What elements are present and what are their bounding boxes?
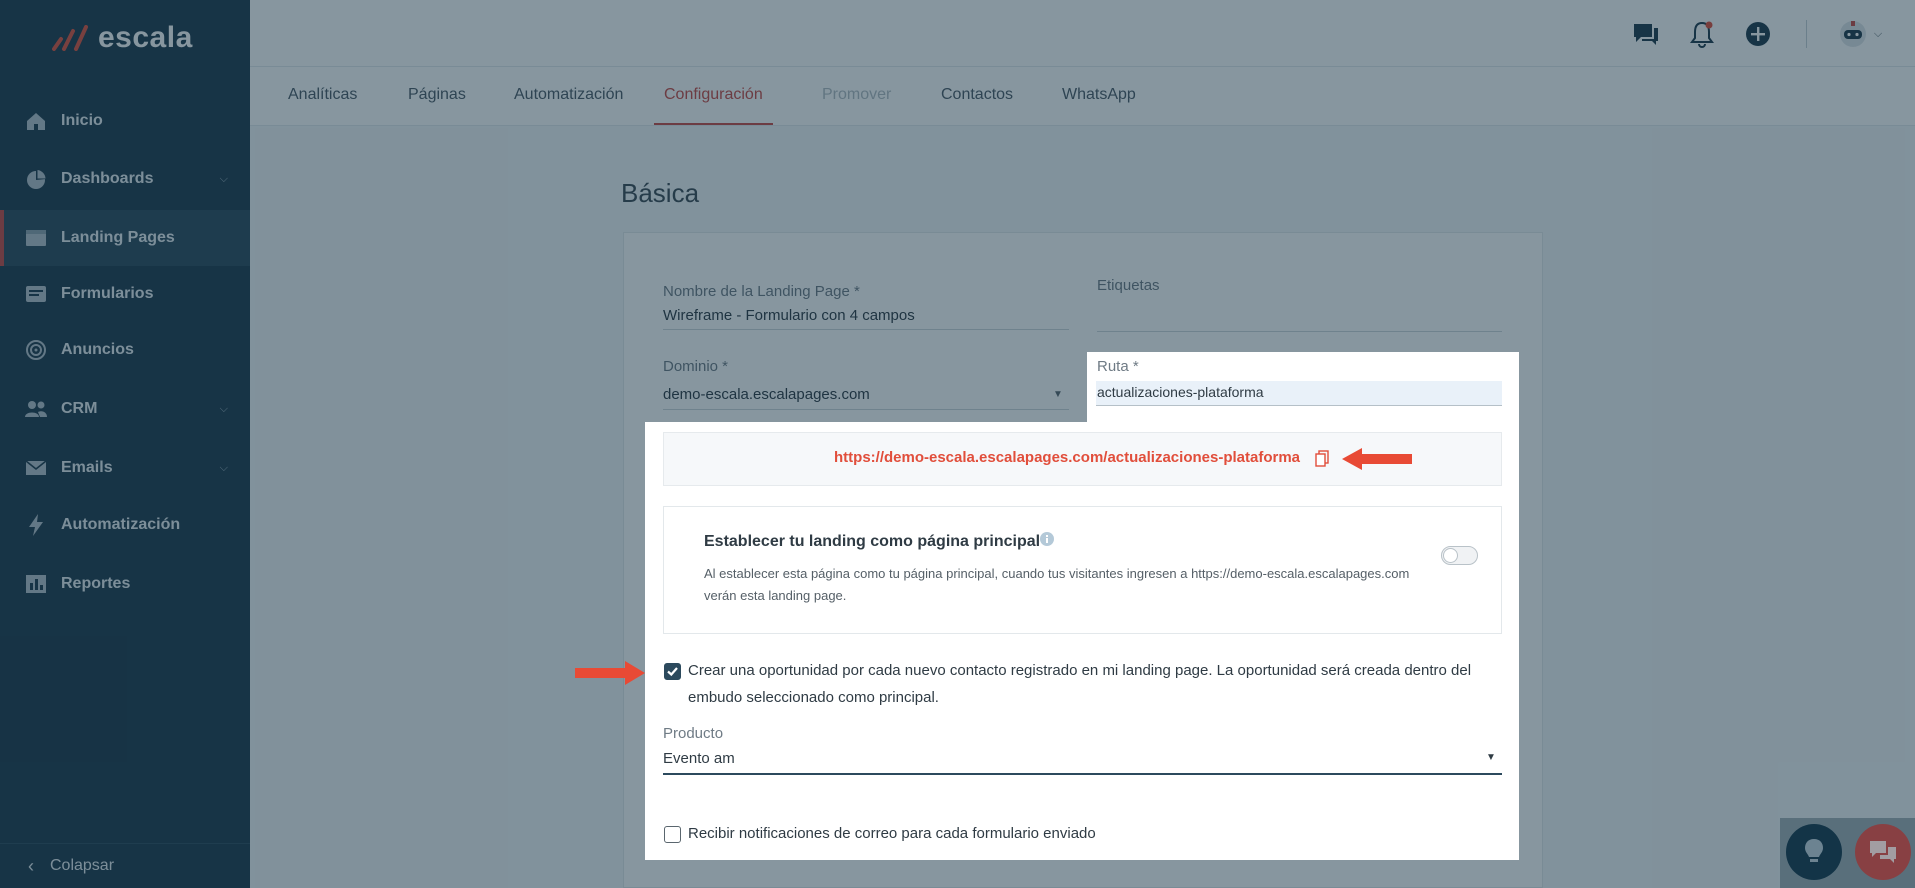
chevron-down-icon: ⌵ [219, 402, 228, 415]
caret-down-icon: ▼ [1053, 389, 1063, 400]
lightning-icon [24, 513, 48, 537]
opportunity-checkbox[interactable] [664, 663, 681, 680]
homepage-description-line: Al establecer esta página como tu página… [704, 566, 1410, 581]
tab-analiticas[interactable]: Analíticas [288, 67, 357, 123]
sidebar-item-label: Dashboards [61, 170, 154, 187]
home-icon [24, 109, 48, 133]
bell-icon[interactable] [1682, 14, 1722, 54]
landing-page-icon [24, 226, 48, 250]
tab-configuracion[interactable]: Configuración [654, 67, 773, 125]
product-select[interactable]: Evento am [663, 750, 735, 767]
collapse-sidebar-button[interactable]: ‹ Colapsar [0, 843, 250, 888]
annotation-arrow-icon [575, 660, 647, 691]
chat-icon[interactable] [1626, 14, 1666, 54]
route-field-underline [1096, 405, 1502, 406]
sidebar-item-label: Reportes [61, 575, 131, 592]
sidebar-item-anuncios[interactable]: Anuncios [0, 322, 250, 378]
annotation-arrow-icon [1342, 447, 1414, 476]
avatar-bot-icon[interactable]: ⌵ [1835, 14, 1885, 54]
sidebar-item-reportes[interactable]: Reportes [0, 556, 250, 612]
sidebar-item-inicio[interactable]: Inicio [0, 93, 250, 149]
tab-automatizacion[interactable]: Automatización [514, 67, 623, 123]
notify-label: Recibir notificaciones de correo para ca… [688, 825, 1096, 842]
sidebar-item-landing-pages[interactable]: Landing Pages [0, 210, 250, 266]
divider [1806, 20, 1807, 48]
caret-down-icon: ▼ [1486, 752, 1496, 763]
sidebar-item-formularios[interactable]: Formularios [0, 266, 250, 322]
mail-icon [24, 456, 48, 480]
notify-checkbox[interactable] [664, 826, 681, 843]
sidebar-item-emails[interactable]: Emails ⌵ [0, 440, 250, 496]
escala-logo-mark-icon [52, 25, 88, 51]
lightbulb-icon [1805, 839, 1823, 862]
sidebar: escala Inicio Dashboards ⌵ Landing Pages… [0, 0, 250, 888]
name-field-underline [663, 329, 1069, 330]
tags-field[interactable] [1097, 331, 1502, 332]
tags-field-label: Etiquetas [1097, 277, 1160, 294]
domain-select[interactable]: demo-escala.escalapages.com [663, 386, 870, 403]
sidebar-item-label: Anuncios [61, 341, 134, 358]
users-icon [24, 397, 48, 421]
route-field[interactable]: actualizaciones-plataforma [1097, 384, 1264, 400]
homepage-title: Establecer tu landing como página princi… [704, 533, 1041, 550]
opportunity-text-line: embudo seleccionado como principal. [688, 689, 939, 706]
section-title: Básica [621, 178, 700, 208]
chevron-left-icon: ‹ [28, 855, 34, 876]
opportunity-text: Crear una oportunidad por cada nuevo con… [688, 657, 1488, 711]
sidebar-item-label: CRM [61, 400, 98, 417]
homepage-description-line: verán esta landing page. [704, 588, 847, 603]
product-select-underline [663, 773, 1502, 775]
chevron-down-icon: ⌵ [219, 461, 228, 474]
tab-bar: Analíticas Páginas Automatización Config… [250, 67, 1915, 126]
route-field-label: Ruta * [1097, 358, 1139, 375]
sidebar-item-dashboards[interactable]: Dashboards ⌵ [0, 151, 250, 207]
tab-paginas[interactable]: Páginas [408, 67, 466, 123]
sidebar-item-label: Formularios [61, 285, 154, 302]
info-icon[interactable] [1039, 531, 1055, 552]
chevron-down-icon: ⌵ [1873, 27, 1883, 40]
homepage-description: Al establecer esta página como tu página… [704, 563, 1444, 607]
sidebar-item-label: Emails [61, 459, 113, 476]
copy-icon[interactable] [1315, 450, 1329, 473]
collapse-label: Colapsar [50, 857, 115, 874]
chevron-down-icon: ⌵ [219, 172, 228, 185]
target-icon [24, 338, 48, 362]
landing-url-link[interactable]: https://demo-escala.escalapages.com/actu… [834, 449, 1300, 466]
sidebar-item-label: Landing Pages [61, 229, 175, 246]
escala-logo[interactable]: escala [52, 20, 193, 56]
tab-promover: Promover [822, 86, 892, 103]
name-field[interactable]: Wireframe - Formulario con 4 campos [663, 307, 915, 324]
sidebar-item-label: Inicio [61, 112, 103, 129]
form-icon [24, 282, 48, 306]
toggle-knob [1443, 548, 1458, 563]
highlight-options [645, 422, 1519, 860]
chat-bubbles-icon [1870, 841, 1896, 863]
name-field-label: Nombre de la Landing Page * [663, 283, 860, 300]
product-field-label: Producto [663, 725, 724, 742]
sidebar-item-label: Automatización [61, 516, 181, 533]
domain-select-underline [663, 409, 1069, 410]
top-bar: ⌵ [250, 0, 1915, 67]
check-icon [667, 667, 678, 677]
sidebar-item-crm[interactable]: CRM ⌵ [0, 381, 250, 437]
pie-chart-icon [24, 167, 48, 191]
tips-button[interactable] [1786, 824, 1842, 880]
opportunity-text-line: Crear una oportunidad por cada nuevo con… [688, 662, 1472, 679]
tab-whatsapp[interactable]: WhatsApp [1062, 67, 1136, 123]
tab-contactos[interactable]: Contactos [941, 67, 1013, 123]
homepage-toggle[interactable] [1441, 546, 1478, 565]
logo-text: escala [98, 21, 193, 54]
chat-support-button[interactable] [1855, 824, 1911, 880]
report-icon [24, 572, 48, 596]
domain-field-label: Dominio * [663, 358, 729, 375]
sidebar-item-automatizacion[interactable]: Automatización [0, 497, 250, 553]
plus-circle-icon[interactable] [1738, 14, 1778, 54]
